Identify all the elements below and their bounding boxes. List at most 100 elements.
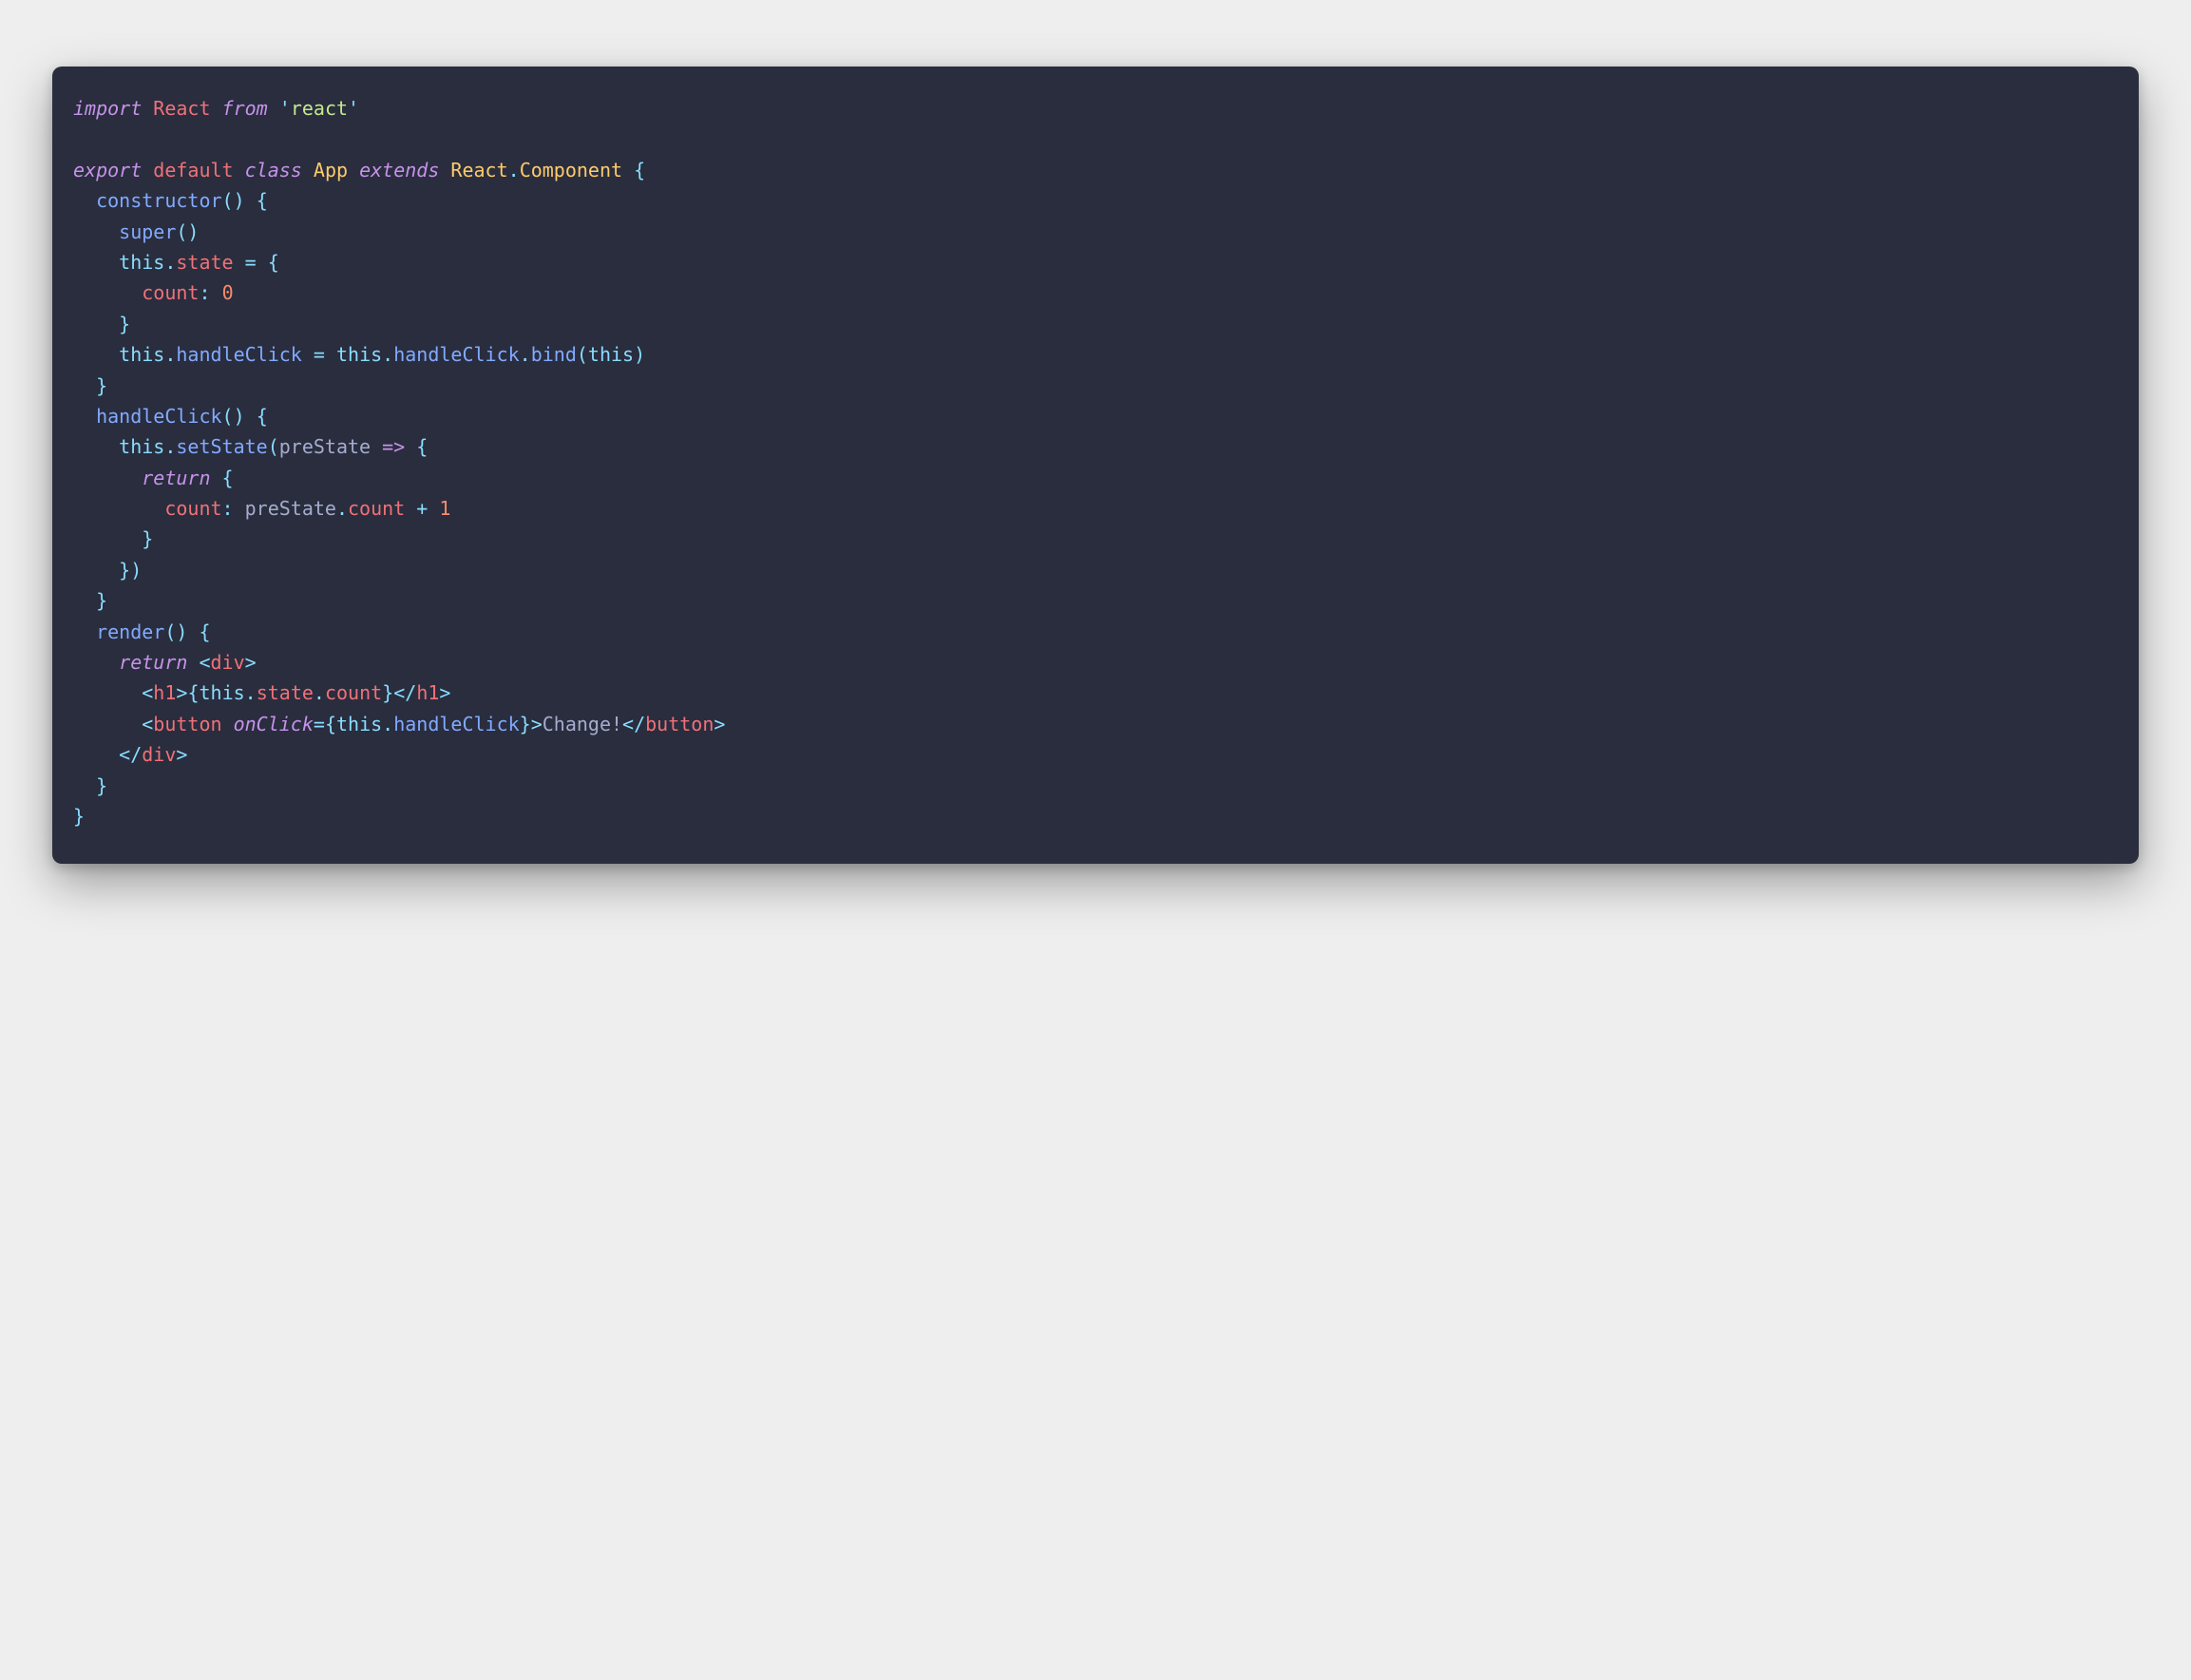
code-token xyxy=(268,97,279,120)
code-token xyxy=(73,251,119,274)
code-token: return xyxy=(119,651,187,674)
code-token: button xyxy=(645,713,714,735)
code-token: ' xyxy=(348,97,359,120)
code-line: }) xyxy=(73,559,142,582)
code-token: => xyxy=(382,435,405,458)
code-token xyxy=(73,374,96,397)
code-token: } xyxy=(142,527,153,550)
code-token: . xyxy=(336,497,348,520)
code-line: handleClick() { xyxy=(73,405,268,428)
code-token: this xyxy=(199,681,244,704)
code-token: count xyxy=(348,497,405,520)
code-token: . xyxy=(245,681,257,704)
code-token xyxy=(73,774,96,797)
code-token: state xyxy=(257,681,314,704)
code-token: default xyxy=(153,159,233,181)
code-token: super xyxy=(119,220,176,243)
code-token: this xyxy=(119,435,164,458)
code-token xyxy=(142,159,153,181)
code-token: > xyxy=(714,713,725,735)
code-token: } xyxy=(382,681,393,704)
code-token: } xyxy=(96,774,107,797)
code-token: 1 xyxy=(439,497,450,520)
code-line: super() xyxy=(73,220,199,243)
code-token: } xyxy=(96,589,107,612)
code-token: div xyxy=(142,743,176,766)
code-token: this xyxy=(119,343,164,366)
code-token: React xyxy=(153,97,210,120)
code-token xyxy=(73,743,119,766)
code-token: </ xyxy=(622,713,645,735)
code-token: Component xyxy=(520,159,622,181)
code-token: render xyxy=(96,620,164,643)
code-token: . xyxy=(164,435,176,458)
code-token: + xyxy=(416,497,428,520)
code-token: () xyxy=(164,620,187,643)
code-token xyxy=(622,159,634,181)
code-token xyxy=(234,251,245,274)
code-token: import xyxy=(73,97,142,120)
code-line: this.handleClick = this.handleClick.bind… xyxy=(73,343,645,366)
code-token: count xyxy=(164,497,221,520)
code-token xyxy=(73,281,142,304)
code-token: extends xyxy=(359,159,439,181)
code-token: handleClick xyxy=(176,343,301,366)
code-token xyxy=(73,343,119,366)
code-token xyxy=(439,159,450,181)
code-token: setState xyxy=(176,435,267,458)
code-token: handleClick xyxy=(393,343,519,366)
code-token: </ xyxy=(393,681,416,704)
code-token: preState xyxy=(245,497,336,520)
code-token: export xyxy=(73,159,142,181)
code-line: } xyxy=(73,774,107,797)
code-token: count xyxy=(325,681,382,704)
code-line: } xyxy=(73,527,153,550)
code-token xyxy=(257,251,268,274)
code-token: { xyxy=(268,251,279,274)
code-token: { xyxy=(257,405,268,428)
code-token xyxy=(234,497,245,520)
code-token xyxy=(371,435,382,458)
code-token: handleClick xyxy=(393,713,519,735)
code-token xyxy=(211,467,222,489)
code-token: </ xyxy=(119,743,142,766)
code-token: < xyxy=(142,681,153,704)
code-token: return xyxy=(142,467,210,489)
code-token: class xyxy=(245,159,302,181)
code-token: ) xyxy=(634,343,645,366)
code-token: { xyxy=(222,467,234,489)
code-line: constructor() { xyxy=(73,189,268,212)
code-token: this xyxy=(588,343,634,366)
code-token xyxy=(348,159,359,181)
code-token: = xyxy=(314,713,325,735)
code-line: this.setState(preState => { xyxy=(73,435,428,458)
code-token: { xyxy=(187,681,199,704)
code-line: } xyxy=(73,313,130,335)
code-token xyxy=(428,497,439,520)
code-token xyxy=(405,435,416,458)
code-token: this xyxy=(336,343,382,366)
code-token: from xyxy=(222,97,268,120)
code-token xyxy=(73,189,96,212)
code-token: React xyxy=(450,159,507,181)
code-token: handleClick xyxy=(96,405,221,428)
code-token xyxy=(73,589,96,612)
code-token: 0 xyxy=(222,281,234,304)
code-token xyxy=(73,467,142,489)
code-token xyxy=(234,159,245,181)
code-token xyxy=(245,405,257,428)
code-token: : xyxy=(199,281,210,304)
code-token xyxy=(73,559,119,582)
code-token: h1 xyxy=(153,681,176,704)
code-token xyxy=(73,713,142,735)
code-token: } xyxy=(119,313,130,335)
code-token: react xyxy=(291,97,348,120)
code-token: constructor xyxy=(96,189,221,212)
code-line: } xyxy=(73,374,107,397)
code-token xyxy=(187,651,199,674)
code-token: . xyxy=(164,343,176,366)
code-line: } xyxy=(73,589,107,612)
code-token: . xyxy=(314,681,325,704)
code-line: return { xyxy=(73,467,234,489)
code-token xyxy=(302,343,314,366)
